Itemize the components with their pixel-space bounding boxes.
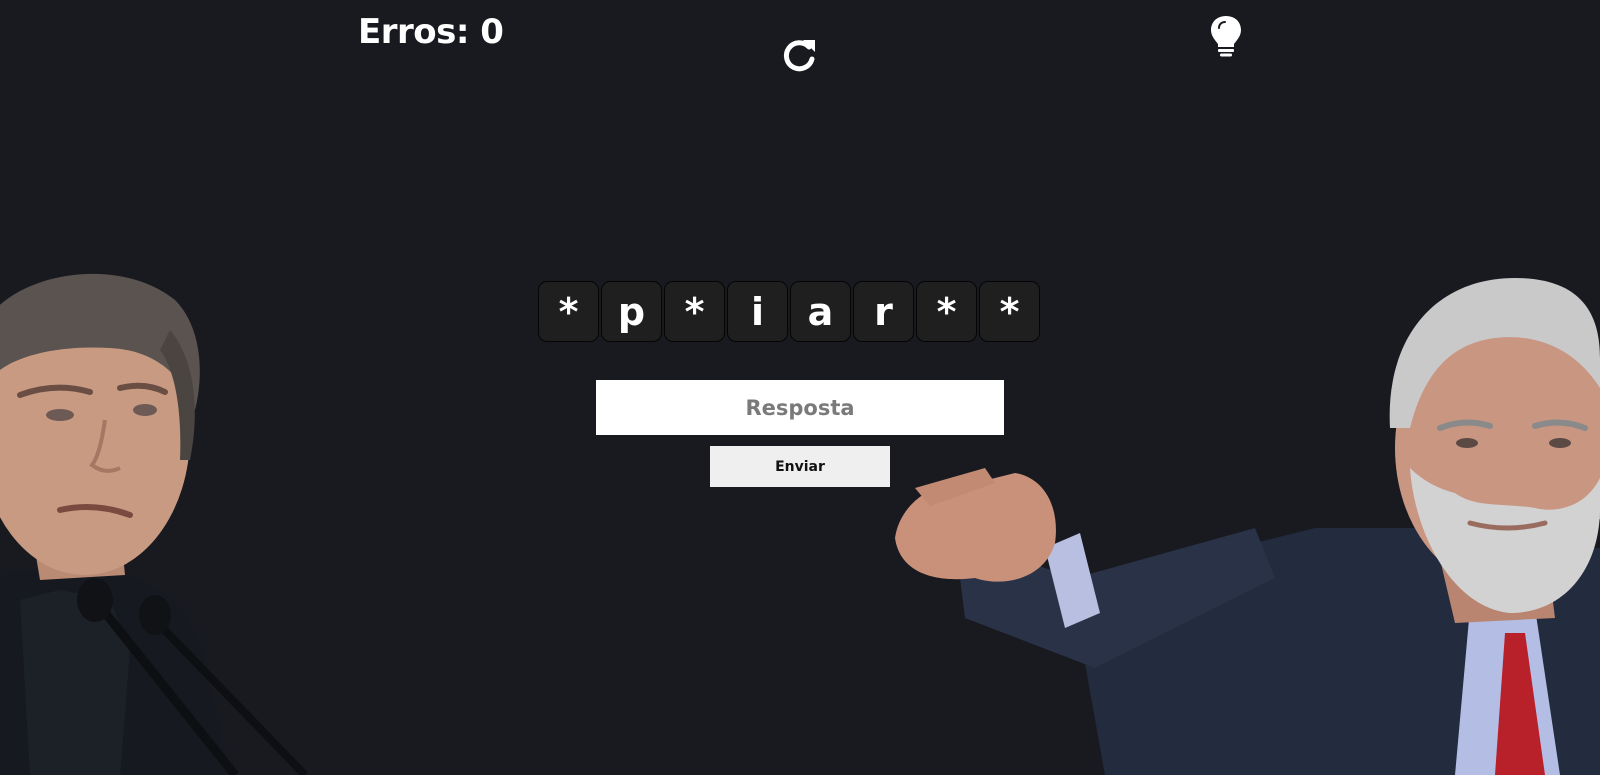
letter-tile: *: [538, 281, 599, 342]
right-person-image: [895, 278, 1600, 775]
lightbulb-icon: [1211, 16, 1241, 57]
errors-counter: Erros: 0: [358, 12, 504, 52]
letter-tile: a: [790, 281, 851, 342]
letter-tile: *: [664, 281, 725, 342]
send-button[interactable]: Enviar: [710, 446, 890, 487]
left-person-image: [0, 273, 308, 775]
letter-tile: p: [601, 281, 662, 342]
letter-tile: i: [727, 281, 788, 342]
reload-button[interactable]: [779, 36, 819, 76]
hint-button[interactable]: [1208, 14, 1244, 58]
reload-icon: [783, 40, 815, 72]
